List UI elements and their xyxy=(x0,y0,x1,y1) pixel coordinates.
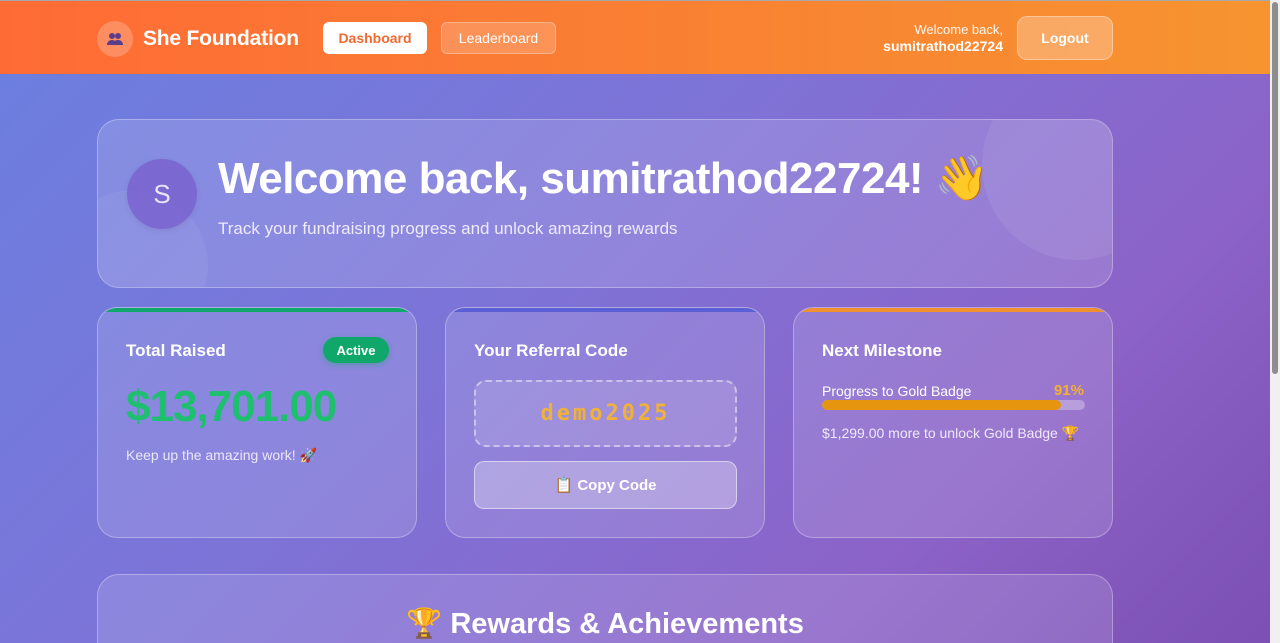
top-navbar: She Foundation Dashboard Leaderboard Wel… xyxy=(0,0,1270,74)
progress-bar xyxy=(822,400,1085,410)
progress-percent: 91% xyxy=(1053,382,1084,399)
card-accent-bar xyxy=(794,308,1112,312)
next-milestone-card: Next Milestone Progress to Gold Badge 91… xyxy=(793,307,1113,538)
encouragement-text: Keep up the amazing work! 🚀 xyxy=(126,447,317,463)
avatar: S xyxy=(127,159,197,229)
card-title: Your Referral Code xyxy=(474,341,628,360)
welcome-label: Welcome back, xyxy=(914,22,1003,37)
brand[interactable]: She Foundation xyxy=(97,21,299,57)
welcome-subtitle: Track your fundraising progress and unlo… xyxy=(218,219,678,238)
welcome-title: Welcome back, sumitrathod22724! 👋 xyxy=(218,154,990,203)
progress-label: Progress to Gold Badge xyxy=(822,383,972,399)
nav-dashboard-button[interactable]: Dashboard xyxy=(323,22,427,54)
rewards-title: 🏆 Rewards & Achievements xyxy=(406,608,804,640)
decorative-blob xyxy=(982,120,1112,260)
total-raised-card: Total Raised Active $13,701.00 Keep up t… xyxy=(97,307,417,538)
scrollbar-thumb[interactable] xyxy=(1272,2,1278,374)
progress-bar-fill xyxy=(822,400,1062,410)
username-label: sumitrathod22724 xyxy=(883,38,1003,54)
user-greeting: Welcome back, sumitrathod22724 xyxy=(883,22,1003,54)
status-badge: Active xyxy=(323,337,389,363)
milestone-note: $1,299.00 more to unlock Gold Badge 🏆 xyxy=(822,425,1080,441)
nav-leaderboard-button[interactable]: Leaderboard xyxy=(441,22,556,54)
card-title: Next Milestone xyxy=(822,341,942,360)
page-scrollbar[interactable] xyxy=(1270,0,1280,643)
copy-code-button[interactable]: 📋 Copy Code xyxy=(474,461,737,509)
card-title: Total Raised xyxy=(126,341,226,360)
brand-name: She Foundation xyxy=(143,27,299,50)
referral-code-display[interactable]: demo2025 xyxy=(474,380,737,447)
total-raised-amount: $13,701.00 xyxy=(126,382,337,431)
rewards-section: 🏆 Rewards & Achievements xyxy=(97,574,1113,643)
referral-code-card: Your Referral Code demo2025 📋 Copy Code xyxy=(445,307,765,538)
people-icon xyxy=(97,21,133,57)
logout-button[interactable]: Logout xyxy=(1017,16,1113,60)
card-accent-bar xyxy=(98,308,416,312)
welcome-hero-card: S Welcome back, sumitrathod22724! 👋 Trac… xyxy=(97,119,1113,288)
card-accent-bar xyxy=(446,308,764,312)
